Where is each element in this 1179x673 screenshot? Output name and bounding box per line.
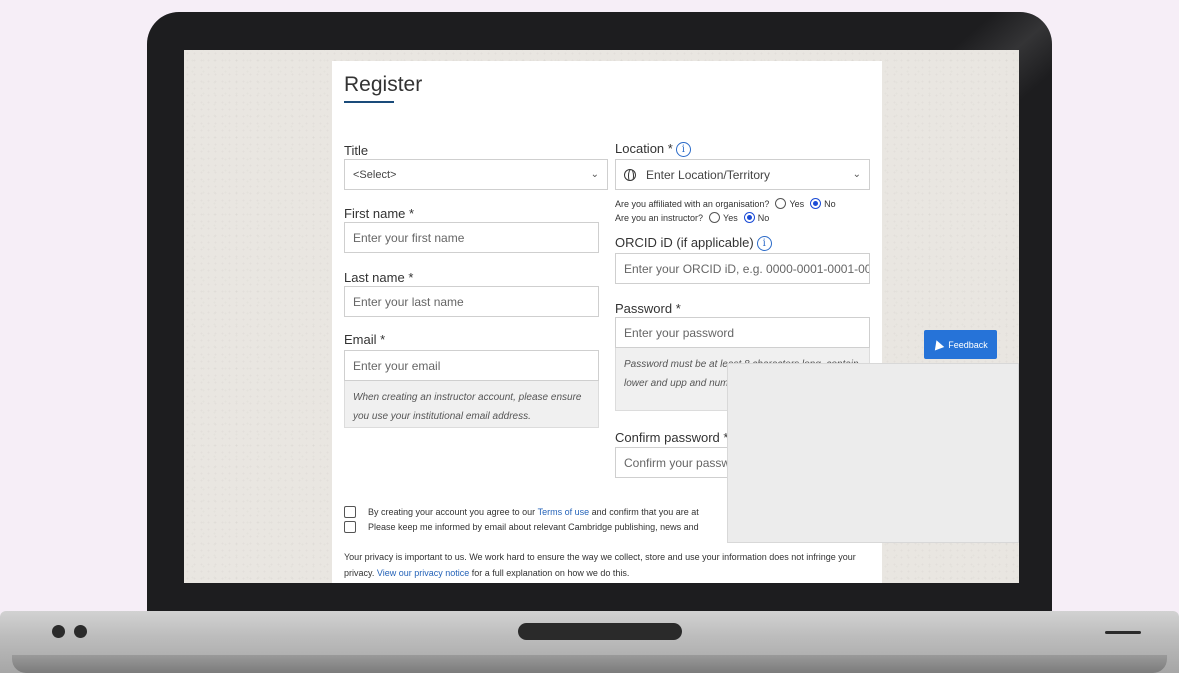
affiliated-yes-radio[interactable] bbox=[775, 198, 787, 209]
email-hint: When creating an instructor account, ple… bbox=[344, 381, 599, 428]
instructor-question: Are you an instructor? Yes No bbox=[615, 212, 770, 223]
email-label: Email * bbox=[344, 332, 386, 347]
privacy-link[interactable]: View our privacy notice bbox=[377, 568, 469, 578]
password-input[interactable]: Enter your password bbox=[615, 317, 870, 348]
chevron-down-icon: ⌄ bbox=[852, 169, 861, 180]
email-input[interactable]: Enter your email bbox=[344, 350, 599, 381]
location-label: Location * i bbox=[615, 141, 691, 158]
affiliated-question: Are you affiliated with an organisation?… bbox=[615, 198, 836, 209]
orcid-label: ORCID iD (if applicable) i bbox=[615, 235, 772, 252]
location-select[interactable]: Enter Location/Territory ⌄ bbox=[615, 159, 870, 190]
instructor-yes-radio[interactable] bbox=[709, 212, 721, 223]
megaphone-icon bbox=[931, 338, 945, 351]
first-name-label: First name * bbox=[344, 206, 415, 221]
first-name-input[interactable]: Enter your first name bbox=[344, 222, 599, 253]
info-icon[interactable]: i bbox=[756, 236, 772, 252]
privacy-notice: Your privacy is important to us. We work… bbox=[344, 552, 856, 578]
laptop-hinge-notch bbox=[518, 623, 682, 640]
confirm-password-label: Confirm password * bbox=[615, 430, 729, 445]
terms-row: By creating your account you agree to ou… bbox=[344, 506, 699, 518]
overlay-panel bbox=[727, 363, 1019, 543]
last-name-label: Last name * bbox=[344, 270, 414, 285]
laptop-mockup: Register Title <Select> ⌄ First name * E… bbox=[0, 0, 1179, 673]
info-icon[interactable]: i bbox=[675, 142, 691, 158]
globe-icon bbox=[624, 168, 636, 181]
affiliated-no-radio[interactable] bbox=[810, 198, 822, 209]
laptop-indicator-dots bbox=[52, 625, 87, 638]
orcid-input[interactable]: Enter your ORCID iD, e.g. 0000-0001-0001… bbox=[615, 253, 870, 284]
laptop-screen: Register Title <Select> ⌄ First name * E… bbox=[184, 50, 1019, 583]
page-title: Register bbox=[344, 73, 423, 96]
terms-checkbox[interactable] bbox=[344, 506, 356, 518]
feedback-button[interactable]: Feedback bbox=[924, 330, 997, 359]
title-label: Title bbox=[344, 143, 369, 158]
instructor-no-radio[interactable] bbox=[743, 212, 755, 223]
title-select[interactable]: <Select> ⌄ bbox=[344, 159, 608, 190]
password-label: Password * bbox=[615, 301, 681, 316]
marketing-row: Please keep me informed by email about r… bbox=[344, 521, 699, 533]
terms-link[interactable]: Terms of use bbox=[538, 507, 590, 517]
last-name-input[interactable]: Enter your last name bbox=[344, 286, 599, 317]
chevron-down-icon: ⌄ bbox=[590, 169, 599, 180]
marketing-checkbox[interactable] bbox=[344, 521, 356, 533]
